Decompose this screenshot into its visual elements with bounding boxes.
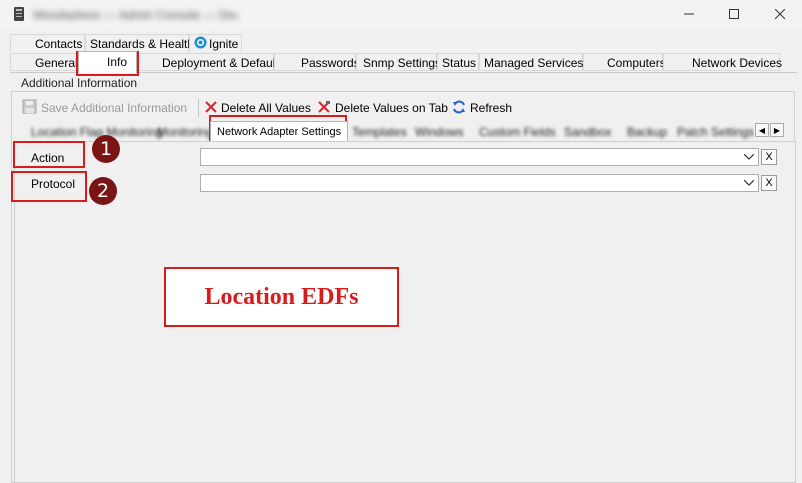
protocol-combobox[interactable] xyxy=(200,174,759,192)
toolbar-label: Delete All Values xyxy=(221,101,311,115)
delete-tab-icon xyxy=(318,100,331,116)
action-highlight xyxy=(13,141,85,168)
tab-info[interactable]: Info xyxy=(78,51,137,73)
tab-general[interactable]: General xyxy=(10,53,78,71)
tab-label: Snmp Settings xyxy=(363,56,442,70)
tab-computers[interactable]: Computers xyxy=(583,53,666,71)
tab-status[interactable]: Status xyxy=(437,53,479,71)
step-badge-2: 2 xyxy=(89,177,117,205)
ignite-icon xyxy=(194,36,207,54)
inner-tab[interactable]: Windows xyxy=(412,123,467,141)
toolbar-separator xyxy=(198,99,199,117)
maximize-button[interactable] xyxy=(723,4,745,24)
badge-number: 1 xyxy=(99,138,113,160)
tab-contacts[interactable]: Contacts xyxy=(10,34,85,52)
protocol-highlight xyxy=(11,171,87,202)
minimize-button[interactable] xyxy=(678,4,700,24)
tab-label: Info xyxy=(107,55,128,69)
inner-tab[interactable]: Sandbox xyxy=(561,123,614,141)
tab-scroll-left-button[interactable]: ◀ xyxy=(755,123,769,137)
tab-passwords[interactable]: Passwords xyxy=(274,53,360,71)
tab-label: Status xyxy=(442,56,477,70)
protocol-clear-button[interactable]: X xyxy=(761,175,777,191)
tab-label: Computers xyxy=(607,56,666,70)
chevron-down-icon xyxy=(744,151,754,163)
toolbar-label: Save Additional Information xyxy=(41,101,188,115)
chevron-down-icon xyxy=(744,177,754,189)
toolbar-label: Delete Values on Tab xyxy=(335,101,448,115)
tab-label: Ignite xyxy=(209,37,239,51)
tab-snmp-settings[interactable]: Snmp Settings xyxy=(356,53,441,71)
chevron-right-icon: ▶ xyxy=(773,125,781,135)
inner-tab[interactable]: Monitoring xyxy=(154,123,216,141)
location-edfs-callout: Location EDFs xyxy=(164,267,399,327)
inner-tab-network-adapter-settings[interactable]: Network Adapter Settings xyxy=(210,121,349,141)
tab-label: Deployment & Defaults xyxy=(162,56,285,70)
tab-deployment-defaults[interactable]: Deployment & Defaults xyxy=(137,53,285,71)
tab-label: Network Devices xyxy=(692,56,783,70)
step-badge-1: 1 xyxy=(92,135,120,163)
tab-standards-health[interactable]: Standards & Health xyxy=(85,34,194,52)
badge-number: 2 xyxy=(96,180,110,202)
app-icon xyxy=(13,6,25,22)
tab-label: Managed Services xyxy=(484,56,584,70)
group-label: Additional Information xyxy=(21,76,138,90)
window-title: Woodsphere — Admin Console — Device Mana… xyxy=(33,8,238,20)
inner-tab[interactable]: Custom Fields xyxy=(476,123,559,141)
delete-icon xyxy=(205,100,217,116)
edf-panel xyxy=(14,141,796,483)
tab-label: Passwords xyxy=(301,56,360,70)
inner-tab[interactable]: Patch Settings xyxy=(674,123,754,141)
tab-label: Standards & Health xyxy=(90,37,195,51)
close-button[interactable] xyxy=(769,4,791,24)
tab-scroll-right-button[interactable]: ▶ xyxy=(770,123,784,137)
inner-tab[interactable]: Templates xyxy=(349,123,410,141)
clear-label: X xyxy=(765,151,773,163)
chevron-left-icon: ◀ xyxy=(758,125,766,135)
toolbar-label: Refresh xyxy=(470,101,513,115)
save-icon xyxy=(22,99,37,117)
tab-managed-services[interactable]: Managed Services xyxy=(479,53,583,71)
action-clear-button[interactable]: X xyxy=(761,149,777,165)
edf-tab-strip: Location Flag Monitoring Monitoring Netw… xyxy=(14,121,754,141)
tab-label: Contacts xyxy=(35,37,83,51)
title-bar: Woodsphere — Admin Console — Device Mana… xyxy=(0,0,802,30)
callout-text: Location EDFs xyxy=(204,283,359,310)
tab-network-devices[interactable]: Network Devices xyxy=(663,53,783,71)
refresh-button[interactable]: Refresh xyxy=(452,99,512,117)
clear-label: X xyxy=(765,177,773,189)
tab-label: General xyxy=(35,56,78,70)
inner-tab[interactable]: Backup xyxy=(624,123,670,141)
tab-ignite[interactable]: Ignite xyxy=(189,34,242,52)
action-combobox[interactable] xyxy=(200,148,759,166)
refresh-icon xyxy=(452,100,466,117)
save-additional-info-button[interactable]: Save Additional Information xyxy=(22,99,187,117)
